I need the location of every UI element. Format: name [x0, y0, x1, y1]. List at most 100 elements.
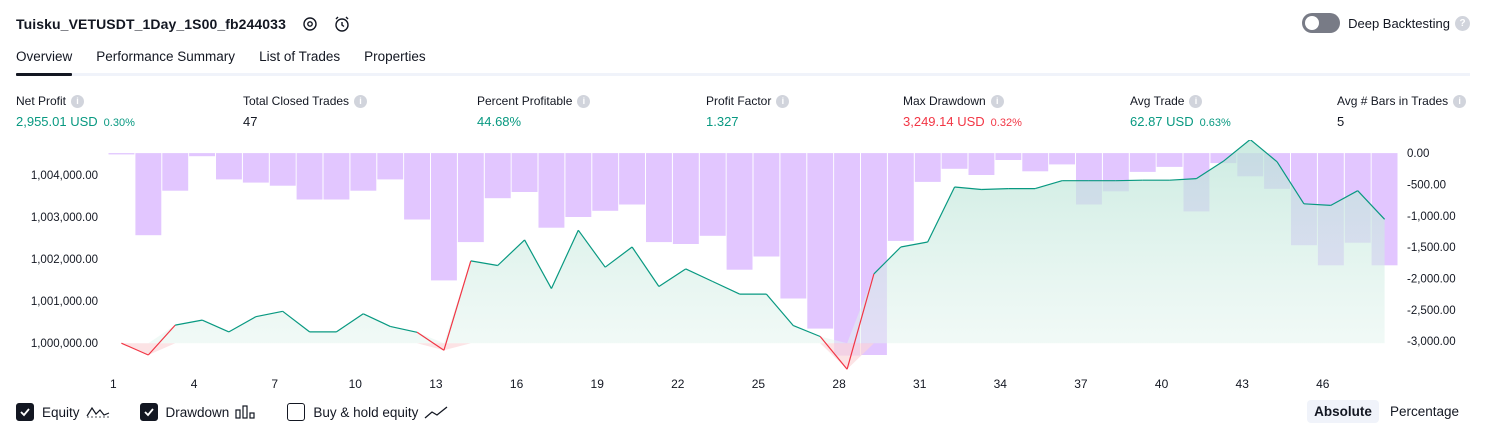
right-axis-tick: -3,000.00: [1407, 336, 1456, 348]
tab-overview[interactable]: Overview: [16, 46, 73, 76]
left-axis-tick: 1,002,000.00: [31, 254, 98, 266]
tab-list-of-trades[interactable]: List of Trades: [259, 46, 340, 73]
drawdown-bar: [914, 153, 941, 182]
x-axis-tick: 46: [1316, 377, 1330, 391]
alert-clock-icon[interactable]: [332, 14, 352, 34]
metric-value: 1.327: [706, 114, 739, 129]
legend-drawdown[interactable]: Drawdown: [139, 403, 258, 421]
equity-line-icon: [86, 404, 110, 420]
tab-bar: Overview Performance Summary List of Tra…: [16, 46, 1470, 76]
percentage-button[interactable]: Percentage: [1383, 400, 1466, 423]
drawdown-bar: [269, 153, 296, 186]
drawdown-bar: [672, 153, 699, 244]
info-icon[interactable]: i: [354, 94, 368, 108]
help-icon[interactable]: ?: [1455, 15, 1470, 31]
drawdown-bar: [1022, 153, 1049, 172]
drawdown-bar: [511, 153, 538, 192]
info-icon[interactable]: i: [776, 94, 790, 108]
drawdown-bar: [592, 153, 619, 211]
chart-mode-toggle: Absolute Percentage: [1303, 400, 1466, 423]
metric-value: 2,955.01 USD: [16, 114, 98, 129]
tab-performance-summary[interactable]: Performance Summary: [96, 46, 235, 73]
x-axis-tick: 43: [1236, 377, 1250, 391]
metric-value: 5: [1337, 114, 1345, 129]
drawdown-bars-icon: [235, 404, 257, 420]
metric-avg-bars-in-trades: Avg # Bars in Trades i 5: [1337, 94, 1467, 129]
settings-icon[interactable]: [300, 14, 320, 34]
drawdown-bar: [646, 153, 672, 243]
x-axis-tick: 16: [510, 377, 524, 391]
right-axis-tick: -2,500.00: [1407, 305, 1456, 317]
right-axis-tick: -500.00: [1407, 180, 1446, 192]
metric-label: Total Closed Trades: [243, 94, 350, 108]
drawdown-bar: [404, 153, 430, 220]
strategy-header: Tuisku_VETUSDT_1Day_1S00_fb244033: [16, 12, 352, 36]
x-axis-tick: 40: [1155, 377, 1169, 391]
metric-net-profit: Net Profit i 2,955.01 USD 0.30%: [16, 94, 135, 129]
deep-backtesting-label: Deep Backtesting: [1348, 15, 1450, 31]
drawdown-bar: [484, 153, 511, 199]
left-axis-tick: 1,001,000.00: [31, 296, 98, 308]
info-icon[interactable]: i: [990, 94, 1004, 108]
absolute-button[interactable]: Absolute: [1307, 400, 1379, 423]
x-axis-tick: 22: [671, 377, 685, 391]
metric-max-drawdown: Max Drawdown i 3,249.14 USD 0.32%: [903, 94, 1022, 129]
drawdown-bar: [1049, 153, 1075, 165]
deep-backtesting-toggle[interactable]: [1302, 13, 1341, 33]
info-icon[interactable]: i: [1189, 94, 1203, 108]
drawdown-bar: [323, 153, 350, 200]
drawdown-bar: [108, 153, 135, 155]
drawdown-bar: [457, 153, 484, 243]
info-icon[interactable]: i: [1453, 94, 1467, 108]
drawdown-bar: [242, 153, 269, 183]
equity-loss-fill: [121, 343, 1385, 370]
x-axis-tick: 10: [349, 377, 363, 391]
drawdown-checkbox[interactable]: [139, 403, 158, 421]
buy-hold-checkbox[interactable]: [287, 403, 306, 421]
drawdown-bar: [135, 153, 162, 236]
drawdown-bar: [941, 153, 968, 169]
metric-label: Avg Trade: [1130, 94, 1185, 108]
left-axis: 1,000,000.00 1,001,000.00 1,002,000.00 1,00…: [31, 170, 98, 350]
equity-checkbox[interactable]: [16, 403, 34, 421]
drawdown-bar: [162, 153, 189, 191]
toggle-knob: [1305, 16, 1320, 30]
metric-avg-trade: Avg Trade i 62.87 USD 0.63%: [1130, 94, 1231, 129]
drawdown-bar: [431, 153, 457, 281]
info-icon[interactable]: i: [71, 94, 85, 108]
tab-properties[interactable]: Properties: [364, 46, 426, 73]
buy-hold-line-icon: [424, 404, 448, 420]
x-axis-tick: 13: [429, 377, 443, 391]
metric-label: Percent Profitable: [477, 94, 573, 108]
drawdown-label: Drawdown: [165, 404, 230, 420]
info-icon[interactable]: i: [577, 94, 591, 108]
drawdown-bar: [753, 153, 780, 257]
metric-percent-profitable: Percent Profitable i 44.68%: [477, 94, 591, 129]
drawdown-bar: [726, 153, 753, 270]
metric-total-closed-trades: Total Closed Trades i 47: [243, 94, 368, 129]
right-axis-tick: -1,500.00: [1407, 242, 1456, 254]
legend-equity[interactable]: Equity: [16, 403, 110, 421]
metric-value: 47: [243, 114, 258, 129]
metric-profit-factor: Profit Factor i 1.327: [706, 94, 790, 129]
x-axis-tick: 25: [752, 377, 766, 391]
drawdown-bar: [619, 153, 645, 205]
x-axis-tick: 28: [832, 377, 846, 391]
drawdown-bar: [699, 153, 726, 236]
drawdown-bar: [995, 153, 1022, 160]
drawdown-bar: [538, 153, 565, 228]
legend-buy-hold[interactable]: Buy & hold equity: [287, 403, 448, 421]
drawdown-bar: [377, 153, 404, 180]
buy-hold-label: Buy & hold equity: [313, 404, 419, 420]
metric-percent: 0.30%: [103, 117, 135, 129]
equity-drawdown-chart[interactable]: 1,000,000.00 1,001,000.00 1,002,000.00 1,00…: [0, 140, 1486, 395]
right-axis-tick: -2,000.00: [1407, 274, 1456, 286]
metric-label: Profit Factor: [706, 94, 772, 108]
metric-label: Max Drawdown: [903, 94, 986, 108]
drawdown-bar: [216, 153, 242, 180]
drawdown-bar: [565, 153, 592, 217]
metrics-row: Net Profit i 2,955.01 USD 0.30% Total Clos…: [16, 94, 1470, 134]
x-axis: 1 4 7 10 13 16 19 22 25 28 31 34 37 40 43 46: [110, 377, 1330, 391]
metric-value: 62.87 USD: [1130, 114, 1194, 129]
x-axis-tick: 31: [913, 377, 927, 391]
